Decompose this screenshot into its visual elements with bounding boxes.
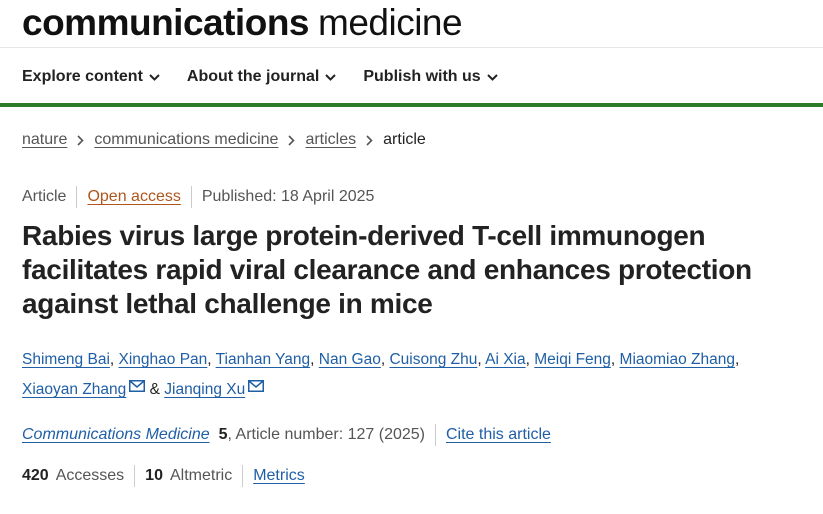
- metrics-divider: [242, 465, 244, 487]
- nav-about-journal[interactable]: About the journal: [186, 68, 337, 86]
- author-conjunction: &: [149, 381, 160, 398]
- article-meta: Article Open access Published: 18 April …: [22, 185, 374, 209]
- meta-divider: [190, 186, 192, 208]
- accesses-label: Accesses: [55, 467, 125, 484]
- article-number: , Article number: 127 (2025): [227, 426, 425, 443]
- accesses-count: 420: [22, 467, 49, 484]
- author-link[interactable]: Xiaoyan Zhang: [22, 381, 126, 398]
- author-link[interactable]: Cuisong Zhu: [389, 351, 477, 368]
- author-link[interactable]: Tianhan Yang: [216, 351, 311, 368]
- nav-explore-content[interactable]: Explore content: [22, 68, 160, 86]
- mail-icon[interactable]: [129, 380, 146, 392]
- article-title: Rabies virus large protein-derived T-cel…: [22, 220, 752, 319]
- header-accent-bar: [0, 103, 823, 107]
- breadcrumb: nature communications medicine articles …: [22, 128, 426, 152]
- altmetric-label: Altmetric: [169, 467, 233, 484]
- main-nav: Explore content About the journal Publis…: [22, 60, 525, 94]
- citation-divider: [434, 424, 436, 446]
- author-link[interactable]: Shimeng Bai: [22, 351, 110, 368]
- author-link[interactable]: Xinghao Pan: [119, 351, 208, 368]
- author-link[interactable]: Meiqi Feng: [534, 351, 611, 368]
- chevron-right-icon: [366, 134, 373, 146]
- logo-medicine: medicine: [318, 2, 463, 43]
- article-type: Article: [22, 188, 67, 205]
- mail-icon[interactable]: [248, 380, 265, 392]
- nav-about-journal-label: About the journal: [186, 68, 320, 85]
- metrics-link[interactable]: Metrics: [253, 467, 305, 485]
- author-list: Shimeng Bai, Xinghao Pan, Tianhan Yang, …: [22, 351, 740, 398]
- breadcrumb-nature[interactable]: nature: [22, 131, 67, 149]
- published-date: Published: 18 April 2025: [201, 188, 375, 205]
- chevron-down-icon: [149, 73, 160, 81]
- journal-link[interactable]: Communications Medicine: [22, 426, 210, 444]
- metrics-divider: [134, 465, 136, 487]
- chevron-right-icon: [288, 134, 296, 146]
- breadcrumb-current: article: [383, 131, 426, 148]
- author-link[interactable]: Ai Xia: [485, 351, 526, 368]
- author-link[interactable]: Miaomiao Zhang: [620, 351, 735, 368]
- chevron-right-icon: [77, 134, 85, 146]
- open-access-link[interactable]: Open access: [87, 188, 180, 206]
- journal-logo[interactable]: communications medicine: [22, 2, 463, 44]
- header-divider: [0, 47, 823, 48]
- nav-publish-with-us-label: Publish with us: [363, 68, 481, 85]
- author-link[interactable]: Jianqing Xu: [164, 381, 245, 398]
- nav-publish-with-us[interactable]: Publish with us: [363, 68, 498, 86]
- chevron-down-icon: [325, 73, 337, 81]
- breadcrumb-communications-medicine[interactable]: communications medicine: [94, 131, 278, 149]
- breadcrumb-articles[interactable]: articles: [305, 131, 356, 149]
- cite-this-article-link[interactable]: Cite this article: [446, 426, 551, 444]
- meta-divider: [76, 186, 78, 208]
- nav-explore-content-label: Explore content: [22, 68, 143, 85]
- article-metrics: 420 Accesses 10 Altmetric Metrics: [22, 464, 305, 488]
- altmetric-count: 10: [145, 467, 163, 484]
- chevron-down-icon: [486, 73, 498, 81]
- journal-volume: 5: [218, 426, 228, 443]
- author-link[interactable]: Nan Gao: [319, 351, 381, 368]
- logo-communications: communications: [22, 2, 310, 43]
- citation-line: Communications Medicine 5, Article numbe…: [22, 423, 551, 447]
